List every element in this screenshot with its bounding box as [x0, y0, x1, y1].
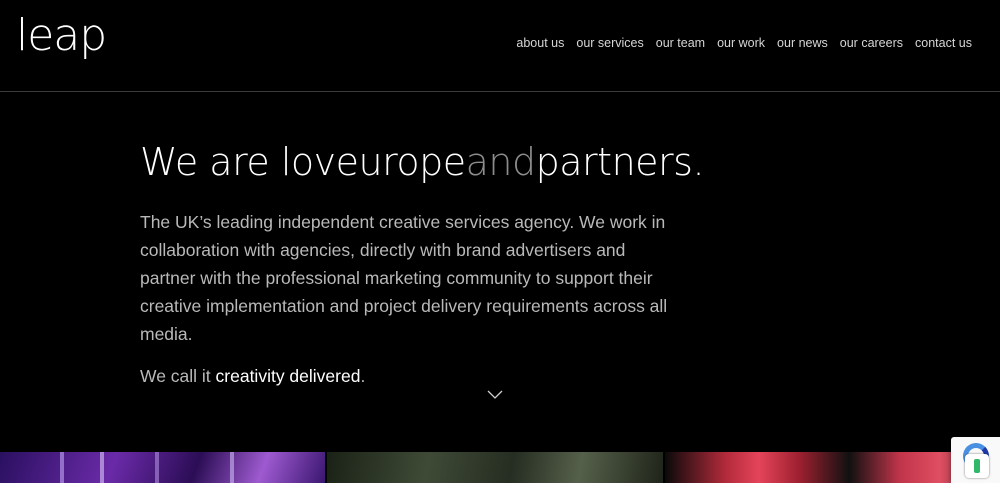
work-tile-2[interactable] — [327, 452, 663, 483]
hero-description: The UK’s leading independent creative se… — [140, 212, 668, 344]
nav-our-work[interactable]: our work — [717, 36, 765, 50]
tagline-bold: creativity delivered — [215, 366, 361, 386]
nav-our-news[interactable]: our news — [777, 36, 828, 50]
tagline-prefix: We call it — [140, 366, 216, 386]
chevron-down-icon[interactable] — [487, 389, 503, 401]
accessibility-icon[interactable] — [965, 454, 989, 478]
tagline-suffix: . — [360, 366, 366, 386]
headline-part1: We are loveurope — [140, 140, 466, 184]
work-tile-1[interactable] — [0, 452, 325, 483]
site-header: leap about us our services our team our … — [0, 0, 1000, 92]
leap-logo[interactable]: leap — [16, 14, 107, 58]
nav-about-us[interactable]: about us — [516, 36, 564, 50]
work-tiles — [0, 452, 1000, 483]
main-nav: about us our services our team our work … — [516, 36, 972, 50]
nav-our-services[interactable]: our services — [576, 36, 643, 50]
headline-and: and — [465, 140, 537, 184]
headline-part2: partners. — [535, 140, 705, 184]
work-tile-3[interactable] — [665, 452, 1000, 483]
hero-headline: We are loveuropeandpartners. — [140, 140, 705, 184]
hero-tagline: We call it creativity delivered. — [140, 366, 700, 387]
hero-section: We are loveuropeandpartners. The UK’s le… — [140, 140, 705, 387]
nav-contact-us[interactable]: contact us — [915, 36, 972, 50]
nav-our-careers[interactable]: our careers — [840, 36, 903, 50]
nav-our-team[interactable]: our team — [656, 36, 705, 50]
